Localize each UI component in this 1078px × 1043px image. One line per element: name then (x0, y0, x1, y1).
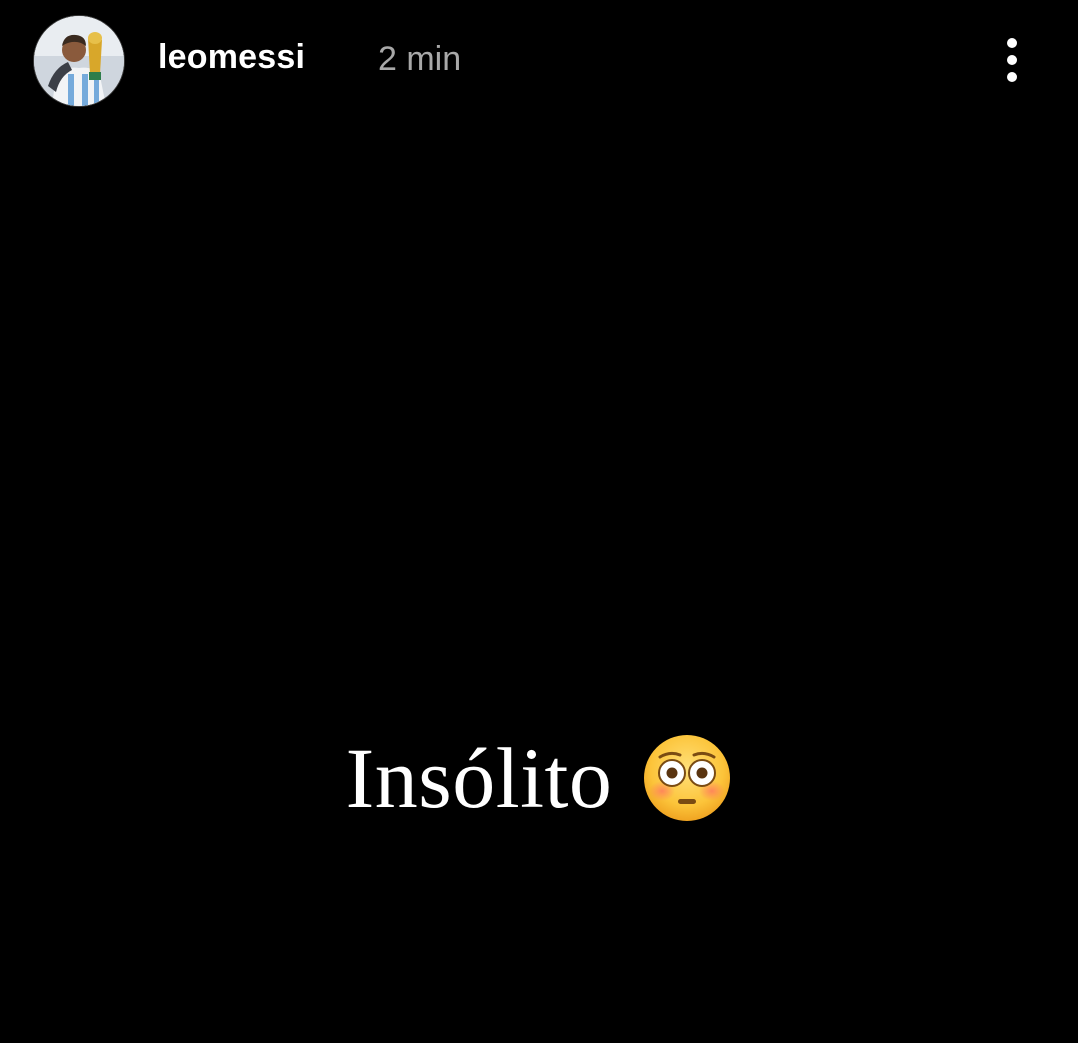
caption-text: Insólito (345, 730, 613, 826)
timestamp: 2 min (378, 40, 462, 78)
story-viewer[interactable]: leomessi 2 min Insólito (0, 0, 1078, 1043)
username[interactable]: leomessi (158, 38, 305, 77)
profile-avatar[interactable] (34, 16, 124, 106)
more-options-button[interactable] (990, 30, 1034, 90)
flushed-face-emoji-icon (642, 733, 732, 823)
avatar-image (34, 16, 124, 106)
story-header: leomessi 2 min (0, 0, 1078, 124)
story-caption: Insólito (0, 728, 1078, 828)
